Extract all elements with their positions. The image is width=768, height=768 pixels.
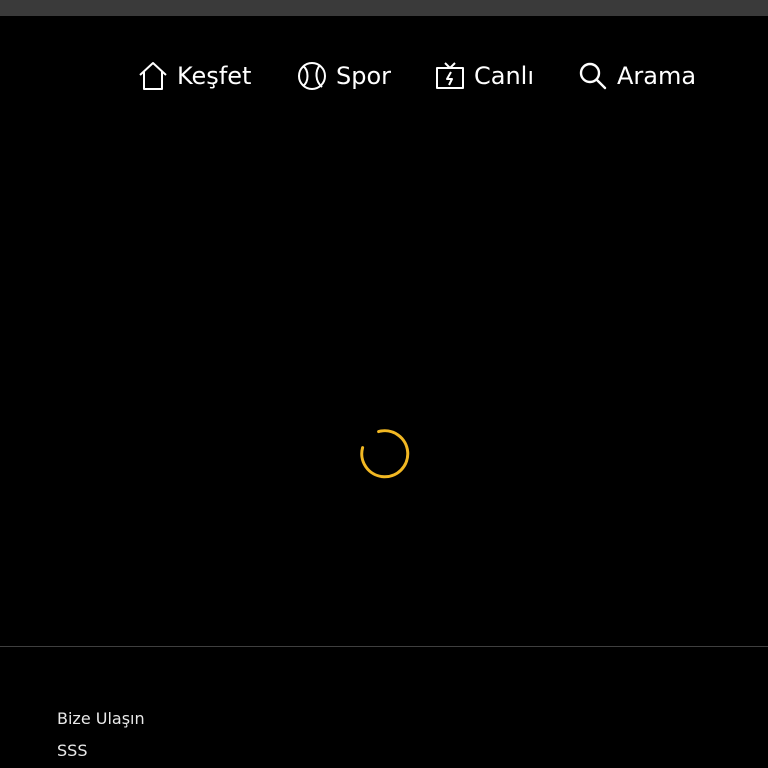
nav-item-label: Spor (336, 62, 392, 90)
nav-item-label: Arama (617, 62, 697, 90)
nav-item-label: Canlı (474, 62, 535, 90)
footer-link-contact[interactable]: Bize Ulaşın (57, 709, 145, 728)
live-tv-icon (436, 62, 464, 89)
browser-top-strip (0, 0, 768, 16)
ball-icon (298, 62, 326, 90)
home-icon (139, 62, 167, 90)
spinner-icon (360, 429, 410, 479)
search-icon (579, 62, 607, 90)
nav-item-spor[interactable]: Spor (296, 56, 391, 96)
nav-item-canli[interactable]: Canlı (434, 56, 534, 96)
footer-divider (0, 646, 768, 647)
nav-item-arama[interactable]: Arama (577, 56, 696, 96)
nav-item-kesfet[interactable]: Keşfet (137, 56, 251, 96)
footer-link-faq[interactable]: SSS (57, 741, 87, 760)
main-navigation: Keşfet Spor Canlı Arama (0, 56, 768, 96)
loading-spinner (359, 428, 411, 480)
nav-item-label: Keşfet (177, 62, 252, 90)
